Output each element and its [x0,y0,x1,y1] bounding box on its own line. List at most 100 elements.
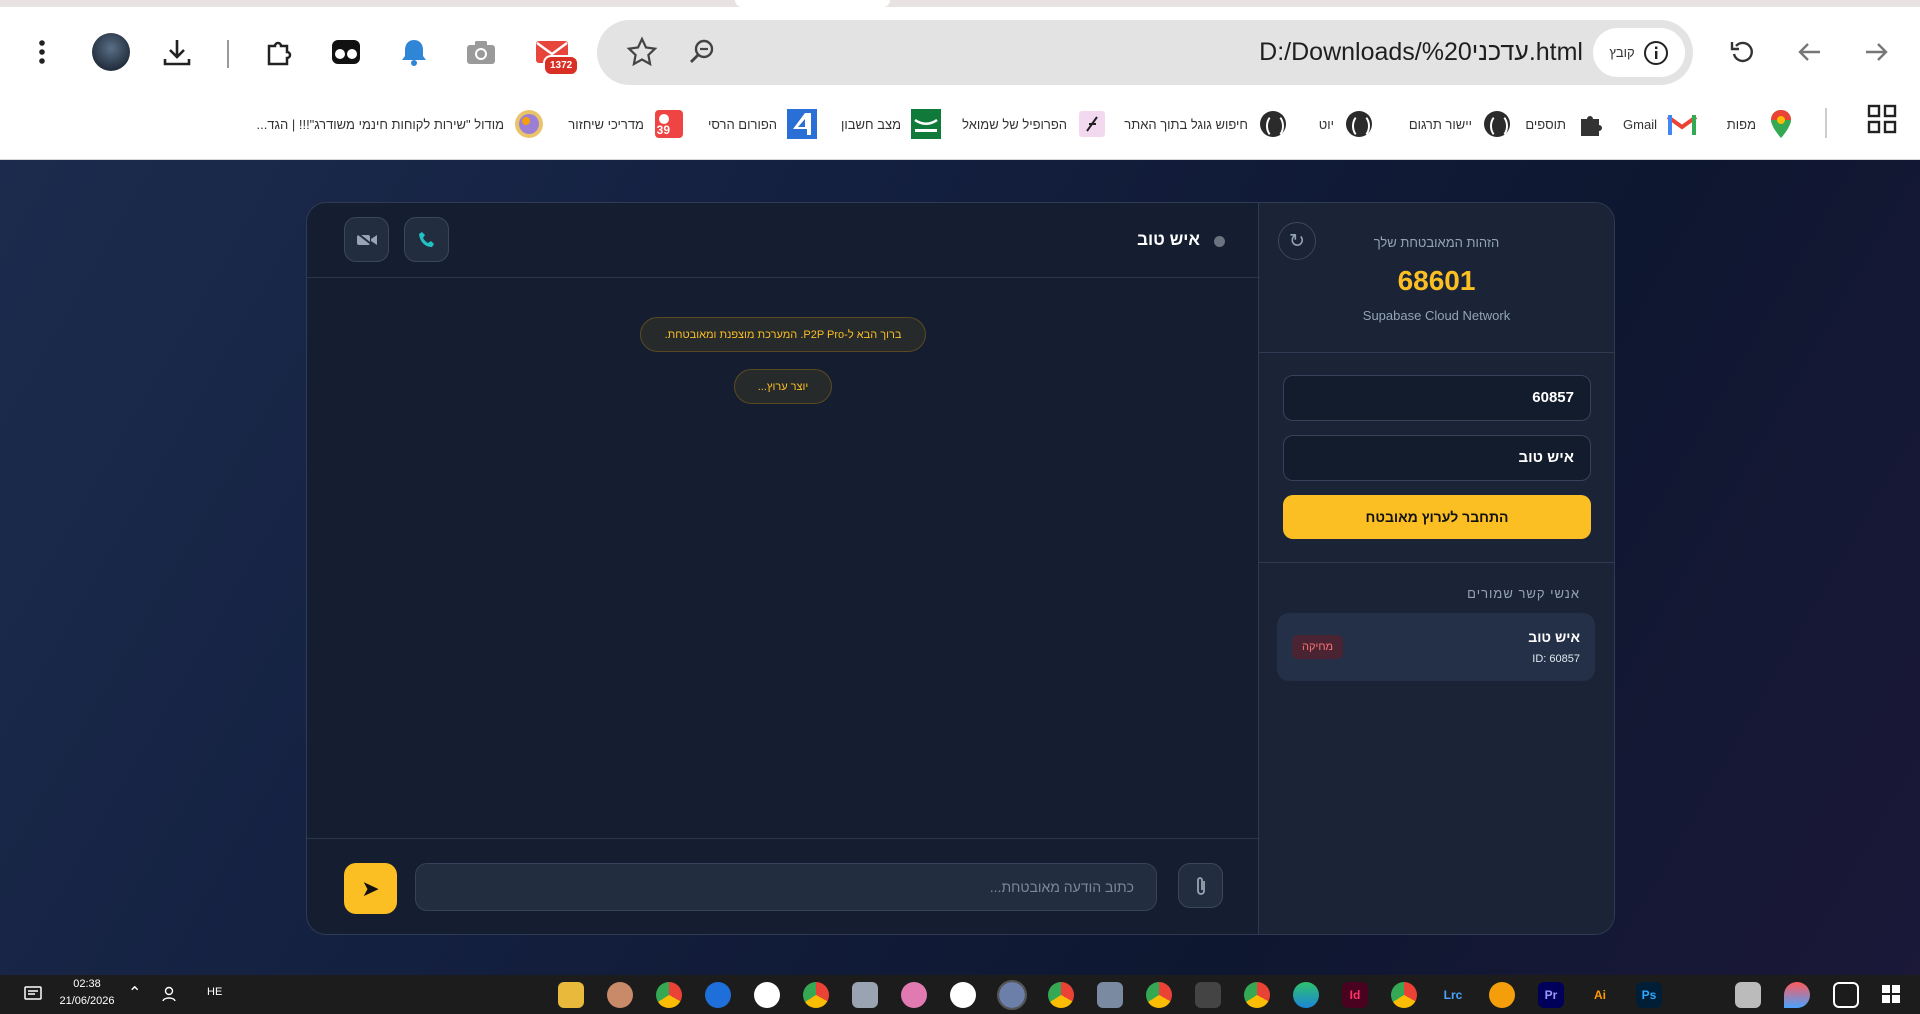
app-circle-icon[interactable] [950,982,976,1008]
taskbar: 02:38 21/06/2026 ⌃ HE Id Lrc Pr Ai Ps [0,975,1920,1014]
reload-icon[interactable] [1718,28,1766,76]
puzzle-icon [1576,109,1606,139]
app-generic-icon[interactable] [1097,982,1123,1008]
forum-icon [787,109,817,139]
paperclip-icon [1196,876,1205,895]
clock-time[interactable]: 02:38 [57,978,117,990]
language-indicator[interactable]: HE [207,986,222,998]
browser-toolbar: קובץ D:/Downloads/עדכני%20.html 1372 [0,7,1920,97]
app-avatar-icon[interactable] [607,982,633,1008]
app-a-icon[interactable] [754,982,780,1008]
bell-icon[interactable] [390,28,438,76]
bookmark-label: הפורום הרסי [708,116,777,132]
indesign-icon[interactable]: Id [1342,982,1368,1008]
bookmark-yot[interactable]: יוט [1319,107,1374,141]
globe-icon [1344,109,1374,139]
windows-start-icon[interactable] [1882,985,1900,1003]
bookmark-label: תוספים [1525,116,1566,132]
site-info-chip[interactable]: קובץ [1593,28,1685,77]
send-button[interactable]: ➤ [344,863,397,914]
chat-panel: איש טוב ברוך הבא ל-P2P Pro. המערכת מוצפנ… [307,203,1260,934]
clock-date[interactable]: 21/06/2026 [57,995,117,1007]
app-files-icon[interactable] [852,982,878,1008]
illustrator-icon[interactable]: Ai [1587,982,1613,1008]
drop-icon[interactable] [1784,982,1810,1008]
zoom-icon[interactable] [687,37,717,67]
url-text[interactable]: D:/Downloads/עדכני%20.html [1259,38,1583,67]
file-explorer-icon[interactable] [558,982,584,1008]
contact-item[interactable]: איש טוב ID: 60857 מחיקה [1277,613,1595,681]
chrome-icon[interactable] [1391,982,1417,1008]
bookmark-gmail[interactable]: Gmail [1623,107,1697,141]
peer-name-input[interactable]: איש טוב [1283,435,1591,481]
forward-icon[interactable] [1786,28,1834,76]
attach-button[interactable] [1178,863,1223,908]
voice-call-button[interactable] [404,217,449,262]
browser-menu-icon[interactable] [18,28,66,76]
contacts-title: אנשי קשר שמורים [1467,586,1580,601]
message-input[interactable] [415,863,1157,911]
site-chip-label: קובץ [1609,45,1635,60]
search-app-icon[interactable] [1489,982,1515,1008]
phone-icon [418,231,434,247]
info-icon [1643,40,1668,65]
video-call-button[interactable] [344,217,389,262]
peer-id-input[interactable]: 60857 [1283,375,1591,421]
tray-chevron-icon[interactable]: ⌃ [128,983,141,1003]
app-active-icon[interactable] [997,980,1027,1010]
lightroom-icon[interactable]: Lrc [1440,982,1466,1008]
chrome-icon[interactable] [1048,982,1074,1008]
bookmark-account-status[interactable]: מצב חשבון [841,107,941,141]
bookmark-label: מדריכי שיחזור [568,116,644,132]
bookmark-label: Gmail [1623,116,1657,132]
edge-icon[interactable] [1293,982,1319,1008]
bookmark-extensions[interactable]: תוספים [1525,107,1606,141]
app-pink-icon[interactable] [901,982,927,1008]
profile-icon [1077,109,1107,139]
delete-contact-button[interactable]: מחיקה [1292,635,1344,659]
bookmark-label: חיפוש גוגל בתוך האתר [1124,116,1248,132]
chrome-icon[interactable] [1244,982,1270,1008]
restore-icon: 39 [654,109,684,139]
messages-area: ברוך הבא ל-P2P Pro. המערכת מוצפנת ומאובט… [307,278,1260,838]
svg-text:39: 39 [657,123,671,137]
bookmark-translate-align[interactable]: יישור תרגום [1409,107,1512,141]
bookmark-star-icon[interactable] [626,36,658,68]
people-icon[interactable] [162,986,178,1002]
chat-peer-name: איש טוב [1137,230,1200,249]
bookmark-google-site-search[interactable]: חיפוש גוגל בתוך האתר [1124,107,1288,141]
bookmark-customer-service-module[interactable]: מודול "שירות לקוחות חינמי משודרג"!!! | ה… [256,107,544,141]
chrome-icon[interactable] [1146,982,1172,1008]
task-view-icon[interactable] [1833,982,1859,1008]
address-bar[interactable]: קובץ D:/Downloads/עדכני%20.html [597,20,1693,85]
bookmark-label: מפות [1726,116,1756,132]
app-blue-icon[interactable] [705,982,731,1008]
back-icon[interactable] [1852,28,1900,76]
contact-name: איש טוב [1528,629,1580,645]
connect-panel: 60857 איש טוב התחבר לערוץ מאובטח [1259,353,1614,563]
premiere-icon[interactable]: Pr [1538,982,1564,1008]
bookmark-forum[interactable]: הפורום הרסי [708,107,817,141]
bookmark-shmuel-profile[interactable]: הפרופיל של שמואל [962,107,1107,141]
connect-button[interactable]: התחבר לערוץ מאובטח [1283,495,1591,539]
video-camera-icon [355,231,377,248]
extension-glasses-icon[interactable] [322,28,370,76]
identity-panel: ↻ הזהות המאובטחת שלך 68601 Supabase Clou… [1259,203,1614,353]
photoshop-icon[interactable]: Ps [1636,982,1662,1008]
app-notepad-icon[interactable] [1195,982,1221,1008]
camera-icon[interactable] [457,28,505,76]
profile-avatar[interactable] [87,28,135,76]
bank-icon [911,109,941,139]
extensions-puzzle-icon[interactable] [255,28,303,76]
bookmark-maps[interactable]: מפות [1727,107,1796,141]
active-tab-edge[interactable] [735,0,890,7]
clapper-icon[interactable] [1735,982,1761,1008]
apps-grid-icon[interactable] [1867,104,1897,134]
notifications-icon[interactable] [24,985,42,1003]
peer-status-dot [1214,236,1225,247]
chrome-icon[interactable] [803,982,829,1008]
chrome-icon[interactable] [656,982,682,1008]
download-icon[interactable] [153,28,201,76]
bookmark-label: מודול "שירות לקוחות חינמי משודרג"!!! | ה… [256,116,504,132]
bookmark-restore-guides[interactable]: 39 מדריכי שיחזור [568,107,684,141]
